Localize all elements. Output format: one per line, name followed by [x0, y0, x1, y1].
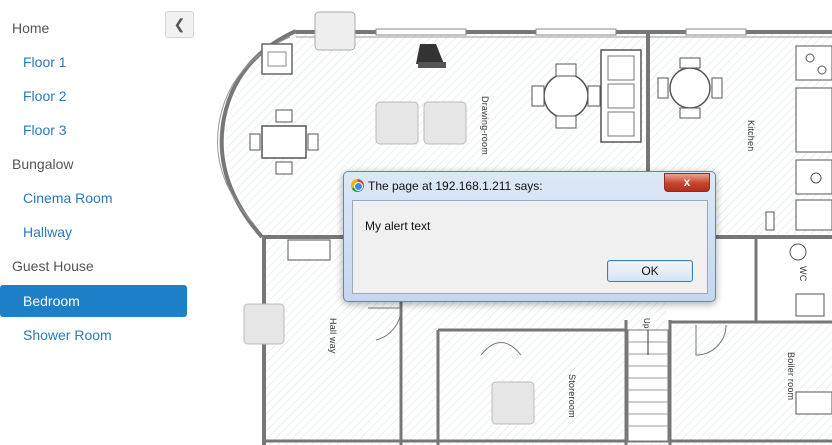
speaker-base — [418, 62, 446, 68]
ok-button[interactable]: OK — [607, 260, 693, 282]
sidebar-item-floor-1[interactable]: Floor 1 — [0, 46, 187, 78]
sink — [795, 159, 832, 195]
cabinet — [261, 43, 293, 75]
round-table — [543, 73, 589, 119]
wall-sensor — [314, 11, 356, 51]
close-button[interactable]: x — [664, 173, 710, 192]
basin — [795, 293, 825, 317]
table — [261, 125, 307, 159]
label-stairs-up: Up — [642, 318, 651, 329]
chair — [657, 77, 669, 99]
boiler — [795, 391, 832, 415]
light-fixture — [423, 101, 467, 145]
chair — [679, 107, 701, 119]
sidebar-item-floor-2[interactable]: Floor 2 — [0, 80, 187, 112]
sidebar-item-guest-house[interactable]: Guest House — [0, 250, 187, 282]
chair — [555, 63, 577, 77]
collapse-sidebar-button[interactable]: ❮ — [165, 11, 194, 38]
appliance — [795, 199, 832, 231]
close-icon: x — [683, 175, 691, 189]
sidebar-item-cinema-room[interactable]: Cinema Room — [0, 182, 187, 214]
label-boiler-room: Boiler room — [786, 352, 796, 401]
chair — [679, 57, 701, 69]
counter — [795, 87, 832, 153]
window — [535, 28, 617, 36]
chair — [531, 85, 545, 107]
light-fixture — [375, 101, 419, 145]
label-storeroom: Storeroom — [567, 374, 577, 418]
label-wc: WC — [798, 266, 808, 282]
sidebar-item-hallway[interactable]: Hallway — [0, 216, 187, 248]
sidebar-item-floor-3[interactable]: Floor 3 — [0, 114, 187, 146]
chair — [275, 161, 293, 175]
toilet — [789, 243, 807, 261]
alert-dialog: The page at 192.168.1.211 says: x My ale… — [343, 171, 716, 302]
sidebar-item-shower-room[interactable]: Shower Room — [0, 319, 187, 351]
chrome-icon — [351, 179, 364, 192]
chair — [307, 133, 319, 151]
light-fixture — [243, 303, 285, 345]
sidebar: Home Floor 1 Floor 2 Floor 3 Bungalow Ci… — [0, 0, 196, 445]
chair — [587, 85, 601, 107]
alert-title: The page at 192.168.1.211 says: — [368, 179, 543, 193]
window — [375, 28, 467, 36]
switch — [765, 211, 775, 231]
chair — [555, 115, 577, 129]
alert-body: My alert text OK — [352, 200, 708, 294]
label-kitchen: Kitchen — [746, 120, 756, 152]
sidebar-item-bedroom[interactable]: Bedroom — [0, 285, 187, 317]
staircase — [627, 329, 669, 442]
chair — [711, 77, 723, 99]
chevron-left-icon: ❮ — [173, 16, 186, 32]
app-root: Home Floor 1 Floor 2 Floor 3 Bungalow Ci… — [0, 0, 832, 445]
round-table — [669, 67, 711, 109]
label-hallway: Hall way — [328, 318, 338, 354]
chair — [249, 133, 261, 151]
hob — [795, 45, 832, 81]
light-fixture — [491, 381, 535, 425]
sidebar-item-home[interactable]: Home — [0, 12, 187, 44]
label-drawing-room: Drawing-room — [480, 96, 490, 155]
window — [685, 28, 747, 36]
sidebar-item-bungalow[interactable]: Bungalow — [0, 148, 187, 180]
boiler-floor — [674, 322, 832, 445]
chair — [275, 109, 293, 123]
cabinet — [287, 239, 331, 261]
alert-message: My alert text — [365, 219, 431, 233]
sofa — [600, 49, 642, 143]
